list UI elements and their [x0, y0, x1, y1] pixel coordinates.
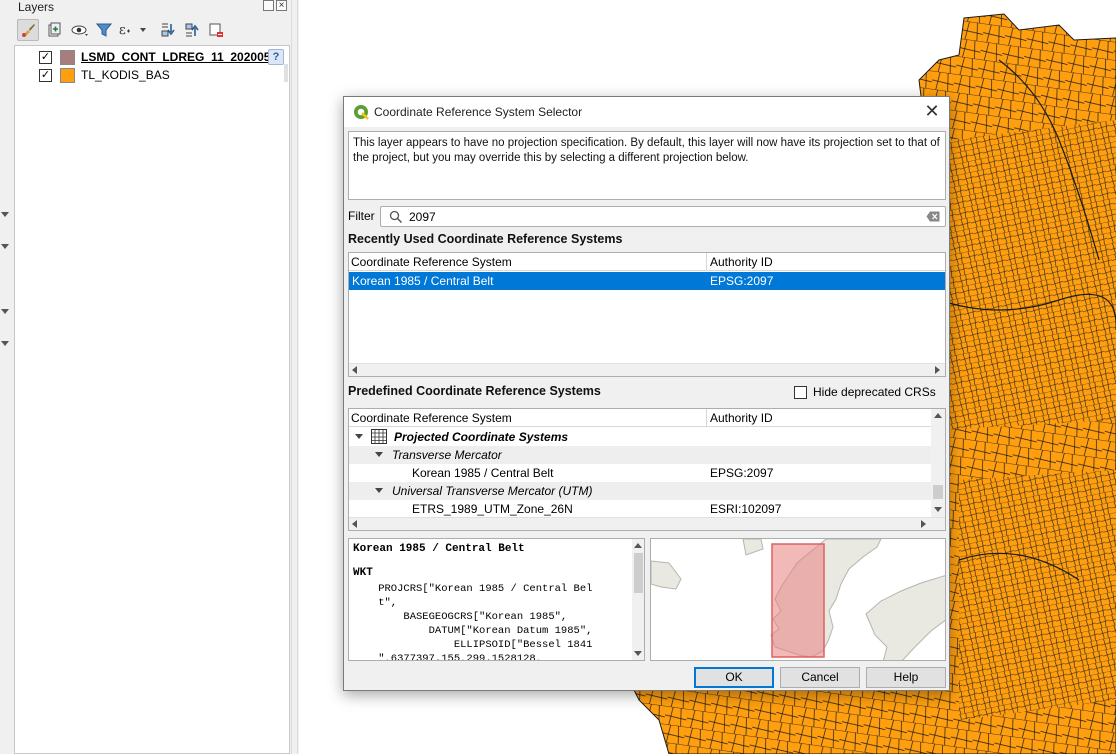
expand-all-icon[interactable] — [157, 19, 179, 41]
layer-item[interactable]: ✓ TL_KODIS_BAS — [15, 66, 289, 84]
scroll-left-icon[interactable] — [352, 366, 357, 374]
vertical-scrollbar[interactable] — [931, 409, 945, 517]
predefined-crs-title: Predefined Coordinate Reference Systems — [348, 384, 601, 398]
panel-splitter[interactable] — [291, 0, 298, 754]
layer-color-swatch — [60, 50, 75, 65]
qgis-logo-icon — [354, 105, 369, 120]
filter-field[interactable] — [380, 206, 946, 227]
crs-selector-dialog: Coordinate Reference System Selector ✕ T… — [343, 96, 950, 691]
column-header-crs[interactable]: Coordinate Reference System — [351, 255, 512, 269]
scroll-thumb[interactable] — [933, 485, 943, 499]
dialog-titlebar[interactable]: Coordinate Reference System Selector ✕ — [344, 97, 949, 127]
close-icon[interactable]: ✕ — [921, 102, 943, 122]
layers-toolbar: ε — [14, 16, 290, 44]
left-dock-strip — [0, 0, 14, 754]
crs-authority: EPSG:2097 — [710, 274, 774, 288]
layer-color-swatch — [60, 68, 75, 83]
projection-info-text: This layer appears to have no projection… — [348, 131, 946, 200]
tree-group-label: Projected Coordinate Systems — [394, 430, 569, 444]
ok-button[interactable]: OK — [694, 667, 774, 688]
tree-subgroup-row[interactable]: Universal Transverse Mercator (UTM) — [349, 482, 931, 500]
selected-crs-name: Korean 1985 / Central Belt — [353, 543, 525, 555]
horizontal-scrollbar[interactable] — [349, 363, 945, 376]
grid-projection-icon — [371, 429, 387, 444]
panel-title: Layers — [18, 0, 55, 14]
expression-filter-icon[interactable]: ε — [117, 19, 149, 41]
add-group-icon[interactable] — [43, 19, 65, 41]
wkt-text: PROJCRS["Korean 1985 / Central Bel t", B… — [378, 583, 593, 661]
layer-tree: ✓ LSMD_CONT_LDREG_11_202005 ? ✓ TL_KODIS… — [14, 45, 290, 754]
horizontal-scrollbar[interactable] — [349, 517, 945, 530]
tree-group-row[interactable]: Projected Coordinate Systems — [349, 428, 931, 446]
filter-icon[interactable] — [93, 19, 115, 41]
layer-visibility-checkbox[interactable]: ✓ — [39, 51, 52, 64]
layer-visibility-checkbox[interactable]: ✓ — [39, 69, 52, 82]
crs-extent-rectangle — [771, 543, 825, 658]
cancel-button[interactable]: Cancel — [780, 667, 860, 688]
style-brush-icon[interactable] — [17, 19, 39, 41]
crs-authority: ESRI:102097 — [710, 502, 782, 516]
expand-arrow-icon[interactable] — [355, 434, 363, 439]
layers-panel: Layers × ε ✓ LSMD_CONT_LDREG_11_202005 ?… — [0, 0, 300, 754]
svg-text:ε: ε — [119, 23, 126, 38]
table-header: Coordinate Reference System Authority ID — [349, 409, 931, 427]
predefined-crs-tree: Coordinate Reference System Authority ID… — [348, 408, 946, 531]
dock-arrow-icon[interactable] — [1, 309, 9, 314]
crs-extent-preview — [650, 538, 946, 661]
visibility-eye-icon[interactable] — [69, 19, 91, 41]
column-header-authority[interactable]: Authority ID — [710, 255, 773, 269]
extent-map-drawing — [651, 539, 945, 660]
dialog-title: Coordinate Reference System Selector — [374, 105, 583, 119]
tree-subgroup-row[interactable]: Transverse Mercator — [349, 446, 931, 464]
expand-arrow-icon[interactable] — [375, 488, 383, 493]
expand-arrow-icon[interactable] — [375, 452, 383, 457]
collapse-all-icon[interactable] — [181, 19, 203, 41]
unknown-crs-warning-icon[interactable]: ? — [268, 49, 284, 65]
wkt-details: Korean 1985 / Central Belt WKT PROJCRS["… — [348, 538, 645, 661]
scroll-down-icon[interactable] — [934, 507, 942, 512]
help-button[interactable]: Help — [866, 667, 946, 688]
table-row[interactable]: Korean 1985 / Central Belt EPSG:2097 — [349, 272, 945, 290]
crs-name: Korean 1985 / Central Belt — [412, 466, 554, 480]
scroll-right-icon[interactable] — [921, 520, 926, 528]
dock-arrow-icon[interactable] — [1, 341, 9, 346]
column-header-crs[interactable]: Coordinate Reference System — [351, 411, 512, 425]
scroll-left-icon[interactable] — [352, 520, 357, 528]
layer-list-scrollbar[interactable] — [284, 64, 288, 82]
close-panel-button[interactable]: × — [276, 0, 287, 11]
layer-item[interactable]: ✓ LSMD_CONT_LDREG_11_202005 ? — [15, 48, 289, 66]
dock-arrow-icon[interactable] — [1, 244, 9, 249]
scroll-up-icon[interactable] — [634, 543, 642, 548]
table-header: Coordinate Reference System Authority ID — [349, 253, 945, 271]
crs-authority: EPSG:2097 — [710, 466, 774, 480]
scroll-thumb[interactable] — [634, 553, 643, 593]
filter-label: Filter — [348, 209, 375, 223]
scroll-right-icon[interactable] — [935, 366, 940, 374]
layer-name: TL_KODIS_BAS — [81, 68, 170, 82]
tree-item-row[interactable]: Korean 1985 / Central Belt EPSG:2097 — [349, 464, 931, 482]
wkt-label: WKT — [353, 567, 373, 579]
filter-input[interactable] — [409, 209, 909, 225]
column-header-authority[interactable]: Authority ID — [710, 411, 773, 425]
crs-name: Korean 1985 / Central Belt — [352, 274, 494, 288]
vertical-scrollbar[interactable] — [632, 539, 644, 660]
scroll-down-icon[interactable] — [634, 651, 642, 656]
checkbox-box[interactable] — [794, 386, 807, 399]
search-icon — [389, 210, 403, 224]
recent-crs-title: Recently Used Coordinate Reference Syste… — [348, 232, 623, 246]
tree-subgroup-label: Universal Transverse Mercator (UTM) — [392, 484, 593, 498]
remove-layer-icon[interactable] — [205, 19, 227, 41]
tree-subgroup-label: Transverse Mercator — [392, 448, 502, 462]
clear-filter-icon[interactable] — [926, 211, 940, 222]
dock-arrow-icon[interactable] — [1, 212, 9, 217]
recent-crs-table: Coordinate Reference System Authority ID… — [348, 252, 946, 377]
crs-name: ETRS_1989_UTM_Zone_26N — [412, 502, 573, 516]
scroll-up-icon[interactable] — [934, 413, 942, 418]
hide-deprecated-label: Hide deprecated CRSs — [813, 385, 936, 399]
tree-item-row[interactable]: ETRS_1989_UTM_Zone_26N ESRI:102097 — [349, 500, 931, 518]
float-panel-button[interactable] — [263, 0, 274, 11]
layer-name: LSMD_CONT_LDREG_11_202005 — [81, 50, 271, 64]
